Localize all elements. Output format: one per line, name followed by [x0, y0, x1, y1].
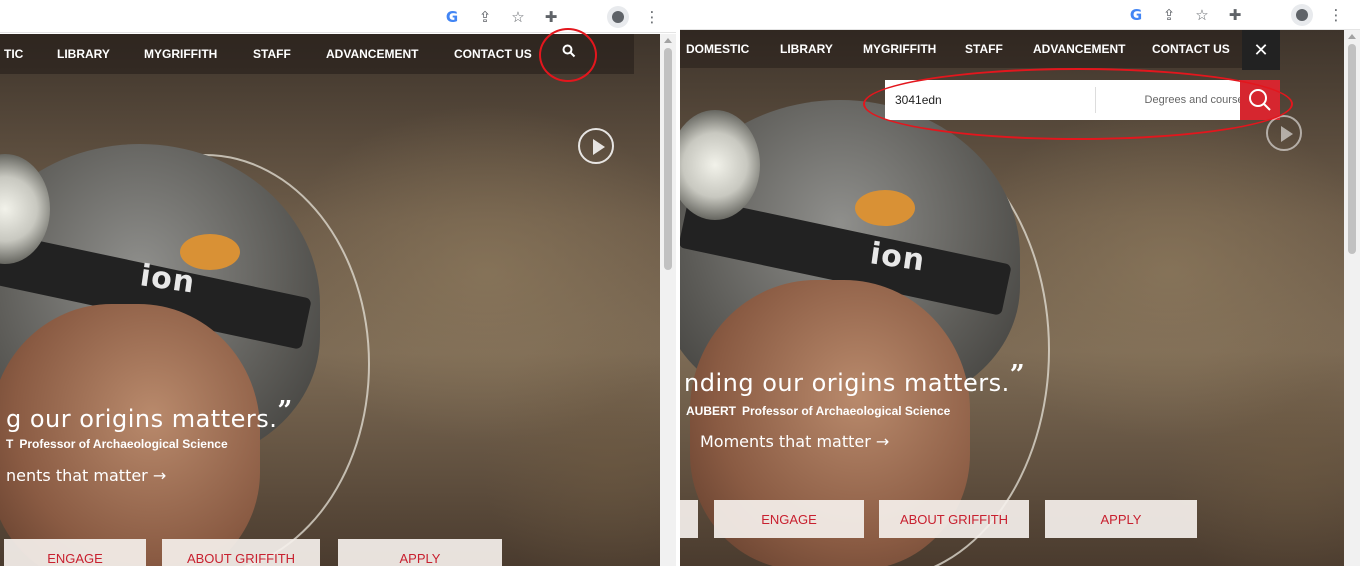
apply-button[interactable]: APPLY [338, 539, 502, 566]
nav-domestic[interactable]: DOMESTIC [686, 42, 749, 56]
moments-that-matter-link[interactable]: Moments that matter → [700, 432, 889, 451]
close-search-button[interactable]: ✕ [1242, 30, 1280, 70]
share-icon[interactable]: ⇪ [475, 7, 495, 27]
main-nav: DOMESTIC LIBRARY MYGRIFFITH STAFF ADVANC… [680, 30, 1280, 68]
nav-advancement[interactable]: ADVANCEMENT [1033, 42, 1125, 56]
share-icon[interactable]: ⇪ [1159, 5, 1179, 25]
page-scrollbar[interactable] [660, 34, 676, 566]
moments-that-matter-link[interactable]: nents that matter → [6, 466, 166, 485]
helmet-badge [855, 190, 915, 226]
nav-mygriffith[interactable]: MYGRIFFITH [144, 47, 217, 61]
quote-attribution: T Professor of Archaeological Science [6, 437, 228, 451]
more-menu-icon[interactable]: ⋮ [1326, 5, 1346, 25]
more-menu-icon[interactable]: ⋮ [642, 7, 662, 27]
partial-button[interactable] [680, 500, 698, 538]
quote-attribution: AUBERT Professor of Archaeological Scienc… [686, 404, 951, 418]
hero-quote: g our origins matters.” [6, 396, 293, 433]
extensions-icon[interactable]: ✚ [1225, 5, 1245, 25]
nav-library[interactable]: LIBRARY [780, 42, 833, 56]
hero-quote: nding our origins matters.” [684, 360, 1026, 397]
engage-button[interactable]: ENGAGE [4, 539, 146, 566]
strap-logo: ion [137, 258, 198, 301]
screenshot-before-search: G ⇪ ☆ ✚ ⋮ ion TIC LIBRARY MYGRIFFITH STA… [0, 0, 676, 566]
about-griffith-button[interactable]: ABOUT GRIFFITH [879, 500, 1029, 538]
profile-icon[interactable] [607, 6, 629, 28]
nav-contact-us[interactable]: CONTACT US [1152, 42, 1230, 56]
google-icon[interactable]: G [1126, 5, 1146, 25]
close-icon: ✕ [1253, 39, 1269, 61]
apply-button[interactable]: APPLY [1045, 500, 1197, 538]
nav-staff[interactable]: STAFF [965, 42, 1003, 56]
face-image [0, 304, 260, 566]
strap-logo: ion [867, 236, 928, 279]
hero-banner: ion TIC LIBRARY MYGRIFFITH STAFF ADVANCE… [0, 34, 676, 566]
annotation-circle [539, 28, 597, 82]
page-scrollbar[interactable] [1344, 30, 1360, 566]
side-panel-icon[interactable] [574, 7, 594, 27]
star-icon[interactable]: ☆ [1192, 5, 1212, 25]
play-video-button[interactable] [578, 128, 614, 164]
engage-button[interactable]: ENGAGE [714, 500, 864, 538]
nav-library[interactable]: LIBRARY [57, 47, 110, 61]
google-icon[interactable]: G [442, 7, 462, 27]
nav-advancement[interactable]: ADVANCEMENT [326, 47, 418, 61]
extensions-icon[interactable]: ✚ [541, 7, 561, 27]
nav-domestic[interactable]: TIC [4, 47, 23, 61]
screenshot-search-open: G ⇪ ☆ ✚ ⋮ ion DOMESTIC LIBRARY MYGRIFFIT… [680, 0, 1360, 566]
side-panel-icon[interactable] [1258, 5, 1278, 25]
nav-mygriffith[interactable]: MYGRIFFITH [863, 42, 936, 56]
nav-contact-us[interactable]: CONTACT US [454, 47, 532, 61]
about-griffith-button[interactable]: ABOUT GRIFFITH [162, 539, 320, 566]
annotation-ellipse [863, 68, 1293, 140]
nav-staff[interactable]: STAFF [253, 47, 291, 61]
browser-toolbar: G ⇪ ☆ ✚ ⋮ [680, 0, 1360, 30]
star-icon[interactable]: ☆ [508, 7, 528, 27]
play-video-button[interactable] [1266, 115, 1302, 151]
profile-icon[interactable] [1291, 4, 1313, 26]
